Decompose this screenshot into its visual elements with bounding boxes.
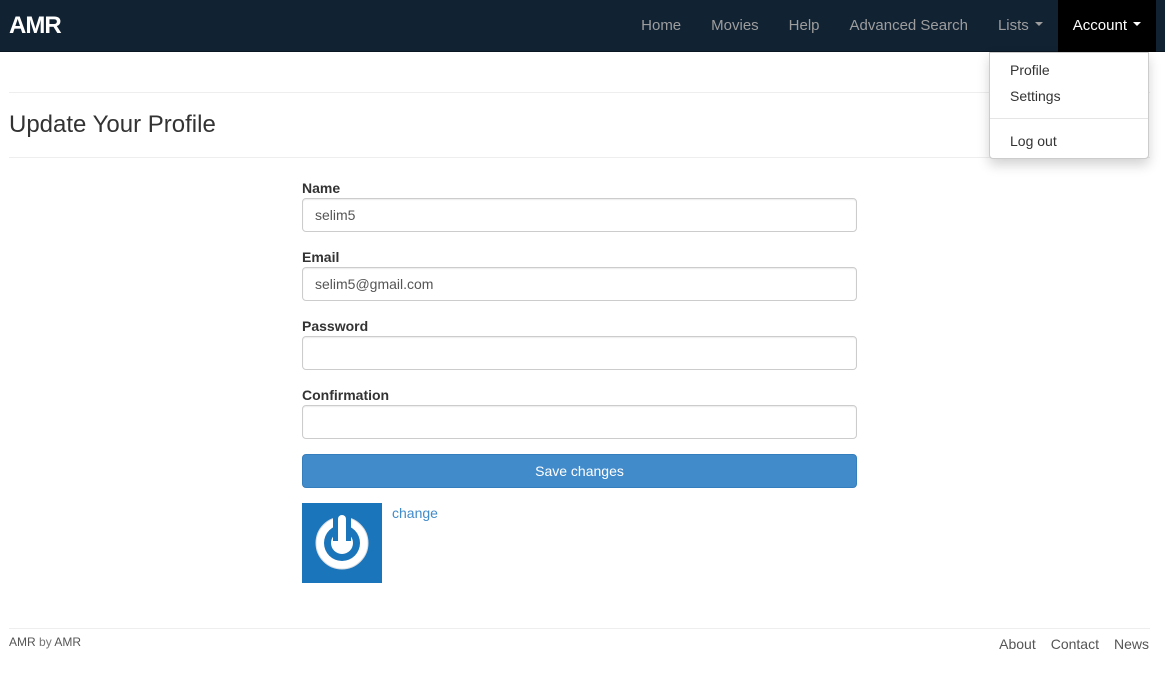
name-input[interactable] <box>302 198 857 232</box>
nav-account-label: Account <box>1072 17 1127 34</box>
confirmation-label: Confirmation <box>302 387 390 403</box>
name-label: Name <box>302 180 341 196</box>
divider <box>9 157 1150 158</box>
footer-author-link[interactable]: AMR <box>54 635 81 649</box>
avatar <box>302 503 382 583</box>
caret-down-icon <box>1133 22 1141 27</box>
nav-account-dropdown[interactable]: Account <box>1057 0 1156 52</box>
footer-by-text: by <box>39 635 52 649</box>
footer-divider <box>9 628 1150 629</box>
nav-advanced-search[interactable]: Advanced Search <box>835 0 983 52</box>
account-dropdown-menu: Profile Settings Log out <box>989 52 1149 159</box>
menu-item-logout[interactable]: Log out <box>1010 133 1057 149</box>
footer-news-link[interactable]: News <box>1114 636 1149 652</box>
email-label: Email <box>302 249 340 265</box>
save-changes-button[interactable]: Save changes <box>302 454 857 488</box>
nav-movies[interactable]: Movies <box>696 0 774 52</box>
footer-brand-link[interactable]: AMR <box>9 635 36 649</box>
confirmation-input[interactable] <box>302 405 857 439</box>
divider <box>9 92 1150 93</box>
page-title: Update Your Profile <box>9 111 216 138</box>
nav-help[interactable]: Help <box>774 0 835 52</box>
change-avatar-link[interactable]: change <box>392 505 438 521</box>
menu-item-settings[interactable]: Settings <box>1010 88 1061 104</box>
email-input[interactable] <box>302 267 857 301</box>
menu-item-profile[interactable]: Profile <box>1010 62 1050 78</box>
nav-links: Home Movies Help Advanced Search Lists A… <box>626 0 1156 52</box>
footer-contact-link[interactable]: Contact <box>1051 636 1099 652</box>
password-label: Password <box>302 318 369 334</box>
password-input[interactable] <box>302 336 857 370</box>
top-navbar: AMR Home Movies Help Advanced Search Lis… <box>0 0 1165 52</box>
menu-divider <box>990 118 1148 119</box>
power-icon <box>315 511 369 570</box>
nav-home[interactable]: Home <box>626 0 696 52</box>
nav-lists-label: Lists <box>997 17 1029 34</box>
footer-credit: AMR by AMR <box>9 635 81 649</box>
footer-links: About Contact News <box>999 636 1149 652</box>
caret-down-icon <box>1034 22 1043 27</box>
brand-logo[interactable]: AMR <box>9 12 62 40</box>
footer-about-link[interactable]: About <box>999 636 1036 652</box>
nav-lists-dropdown[interactable]: Lists <box>983 0 1058 52</box>
